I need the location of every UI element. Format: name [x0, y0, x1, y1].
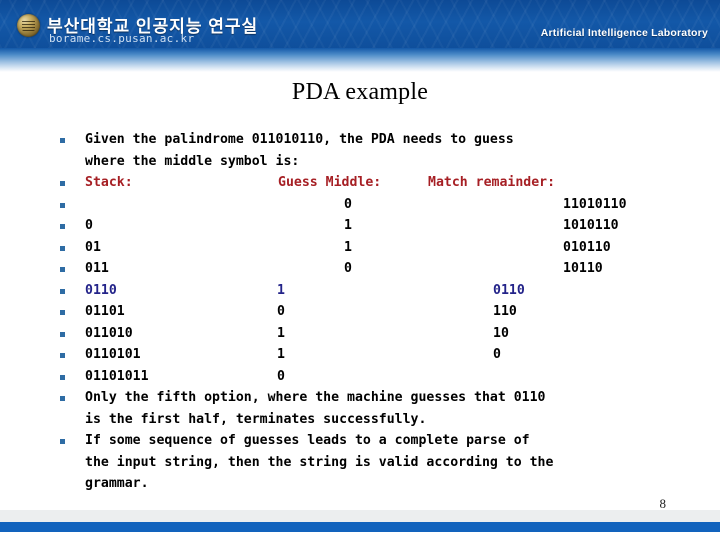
bullet-square-icon: [60, 353, 65, 358]
cell-guess-middle: 1: [277, 282, 285, 298]
table-row: 01101011 0: [0, 367, 720, 389]
bullet-square-icon: [60, 288, 65, 294]
list-item: Only the fifth option, where the machine…: [0, 388, 720, 410]
bullet-square-icon: [60, 138, 65, 143]
cell-stack: 0110101: [85, 347, 141, 362]
intro-line-1: Given the palindrome 011010110, the PDA …: [85, 132, 514, 147]
column-header-guess-middle: Guess Middle:: [278, 175, 382, 190]
table-row-highlighted: 0110 1 0110: [0, 281, 720, 303]
conclusion-1-line-2: is the first half, terminates successful…: [85, 411, 427, 427]
intro-line-2: where the middle symbol is:: [85, 153, 300, 169]
footer-margin: [0, 532, 720, 540]
cell-guess-middle: 1: [344, 218, 352, 233]
conclusion-1-continuation: is the first half, terminates successful…: [0, 410, 720, 432]
conclusion-2-line-1: If some sequence of guesses leads to a c…: [85, 433, 530, 448]
cell-guess-middle: 0: [277, 368, 285, 384]
bullet-square-icon: [60, 202, 65, 208]
cell-stack: 01: [85, 239, 101, 255]
intro-continuation: where the middle symbol is:: [0, 152, 720, 174]
bullet-square-icon: [60, 245, 65, 251]
conclusion-2-continuation: the input string, then the string is val…: [0, 453, 720, 475]
cell-match-remainder: 0: [493, 347, 501, 362]
conclusion-2-continuation: grammar.: [0, 474, 720, 496]
table-row: 01101 0 110: [0, 302, 720, 324]
cell-guess-middle: 1: [344, 239, 352, 255]
cell-guess-middle: 1: [277, 347, 285, 362]
cell-guess-middle: 0: [344, 261, 352, 276]
cell-stack: 01101011: [85, 368, 149, 384]
footer-accent-bar: [0, 522, 720, 532]
cell-match-remainder: 110: [493, 304, 517, 319]
bullet-square-icon: [60, 224, 65, 229]
table-row: 0 1 1010110: [0, 216, 720, 238]
cell-stack: 01101: [85, 304, 125, 319]
cell-match-remainder: 10: [493, 325, 509, 341]
bullet-square-icon: [60, 396, 65, 401]
cell-stack: 0: [85, 218, 93, 233]
cell-match-remainder: 11010110: [563, 196, 627, 212]
bullet-square-icon: [60, 267, 65, 272]
table-row: 0110101 1 0: [0, 345, 720, 367]
cell-match-remainder: 1010110: [563, 218, 619, 233]
bullet-square-icon: [60, 331, 65, 337]
header-gradient-fade: [0, 48, 720, 72]
footer-band: [0, 510, 720, 522]
conclusion-2-line-2: the input string, then the string is val…: [85, 454, 554, 470]
cell-stack: 0110: [85, 282, 117, 298]
cell-guess-middle: 0: [277, 304, 285, 319]
cell-stack: 011010: [85, 325, 133, 341]
column-header-stack: Stack:: [85, 175, 133, 190]
bullet-square-icon: [60, 181, 65, 186]
bullet-square-icon: [60, 439, 65, 444]
cell-match-remainder: 10110: [563, 261, 603, 276]
bullet-square-icon: [60, 310, 65, 315]
list-item: Given the palindrome 011010110, the PDA …: [0, 130, 720, 152]
table-row: 011010 1 10: [0, 324, 720, 346]
cell-match-remainder: 010110: [563, 239, 611, 255]
conclusion-2-line-3: grammar.: [85, 476, 149, 491]
cell-match-remainder: 0110: [493, 282, 525, 298]
cell-stack: 011: [85, 261, 109, 276]
university-seal-icon: [17, 14, 40, 37]
slide-body: Given the palindrome 011010110, the PDA …: [0, 130, 720, 496]
university-url: borame.cs.pusan.ac.kr: [49, 32, 195, 45]
column-header-match-remainder: Match remainder:: [428, 175, 556, 190]
list-item: If some sequence of guesses leads to a c…: [0, 431, 720, 453]
laboratory-name: Artificial Intelligence Laboratory: [540, 27, 708, 39]
bullet-square-icon: [60, 374, 65, 380]
table-row: 011 0 10110: [0, 259, 720, 281]
cell-guess-middle: 1: [277, 325, 285, 341]
table-header-row: Stack: Guess Middle: Match remainder:: [0, 173, 720, 195]
table-row: 0 11010110: [0, 195, 720, 217]
cell-guess-middle: 0: [344, 196, 352, 212]
table-row: 01 1 010110: [0, 238, 720, 260]
conclusion-1-line-1: Only the fifth option, where the machine…: [85, 390, 546, 405]
page-title: PDA example: [291, 79, 429, 105]
